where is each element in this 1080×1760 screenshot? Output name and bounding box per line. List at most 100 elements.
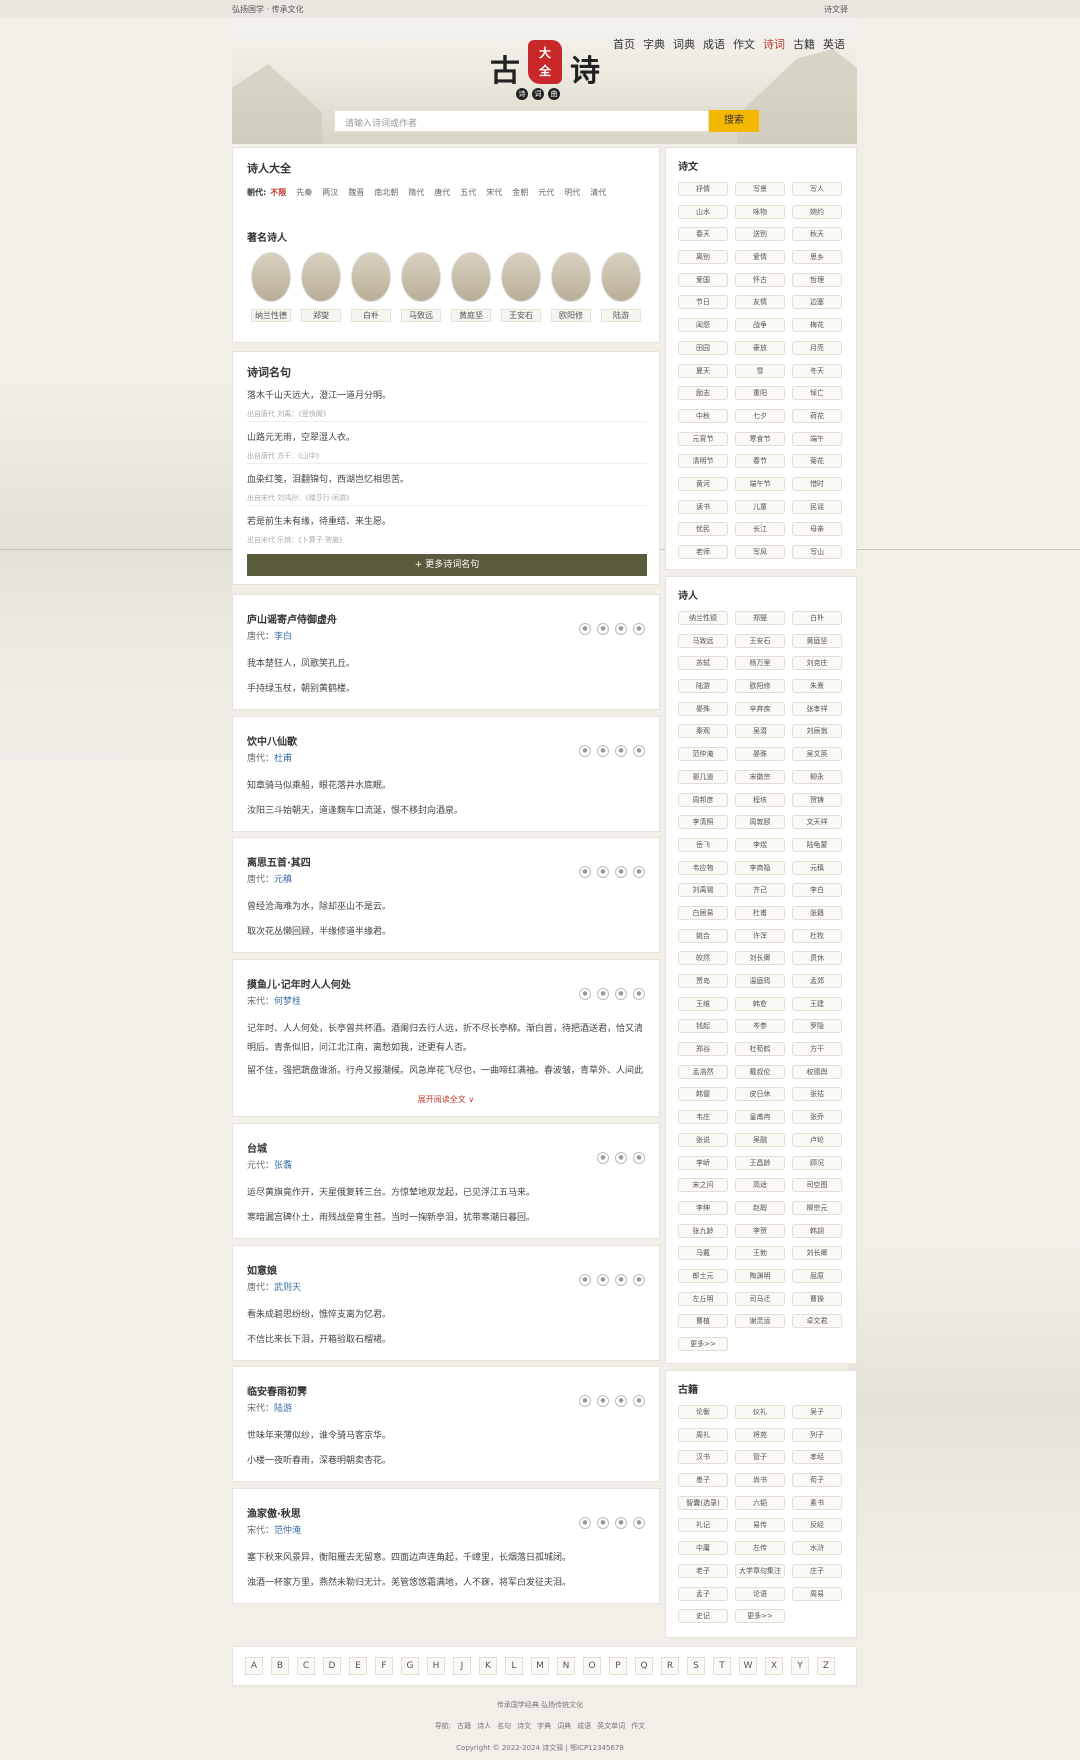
shiren-tag[interactable]: 李贺 [735,1223,785,1238]
guji-tag[interactable]: 周礼 [678,1427,728,1442]
shiren-tag[interactable]: 屈原 [792,1268,842,1283]
speak-icon[interactable]: ● [597,1274,609,1286]
guji-tag[interactable]: 墨子 [678,1473,728,1488]
shiren-tag[interactable]: 白朴 [792,611,842,625]
guji-tag[interactable]: 孝经 [792,1450,842,1465]
shiren-tag[interactable]: 朱熹 [792,679,842,694]
letter-link[interactable]: G [401,1657,419,1675]
shiren-tag[interactable]: 卓文君 [792,1314,842,1329]
guji-tag[interactable]: 素书 [792,1495,842,1510]
letter-link[interactable]: J [453,1657,471,1675]
speak-icon[interactable]: ● [597,1517,609,1529]
shiren-tag[interactable]: 范仲淹 [678,747,728,762]
poem-title[interactable]: 临安春雨初霁 [247,1383,307,1398]
shiren-tag[interactable]: 元稹 [792,860,842,875]
poem-author[interactable]: 何梦桂 [274,997,301,1007]
shiren-tag[interactable]: 许浑 [735,928,785,943]
footer-nav-link[interactable]: 名句 [497,1722,511,1730]
shiren-tag[interactable]: 韩愈 [735,996,785,1011]
poet-item[interactable]: 陆游 [601,252,641,322]
shiren-tag[interactable]: 钱起 [678,1019,728,1034]
share-icon[interactable]: ● [633,623,645,635]
shiwen-tag[interactable]: 长江 [735,522,785,537]
shiren-tag[interactable]: 岑参 [735,1019,785,1034]
footer-nav-link[interactable]: 字典 [537,1722,551,1730]
shiwen-tag[interactable]: 哲理 [792,272,842,287]
shiren-tag[interactable]: 晏殊 [735,747,785,762]
shiwen-tag[interactable]: 闺怨 [678,318,728,333]
guji-tag[interactable]: 水浒 [792,1541,842,1556]
shiren-tag[interactable]: 姚合 [678,928,728,943]
shiren-tag[interactable]: 岳飞 [678,837,728,852]
dynasty-option[interactable]: 唐代 [434,188,450,197]
shiren-tag[interactable]: 陶渊明 [735,1268,785,1283]
shiren-tag[interactable]: 杜牧 [792,928,842,943]
poem-author[interactable]: 元稹 [274,875,292,885]
shiwen-tag[interactable]: 菊花 [792,454,842,469]
letter-link[interactable]: N [557,1657,575,1675]
copy-icon[interactable]: ● [579,1395,591,1407]
site-logo[interactable]: 古 大全 诗 诗词曲 [490,40,605,100]
shiwen-tag[interactable]: 春节 [735,454,785,469]
letter-link[interactable]: R [661,1657,679,1675]
guji-tag[interactable]: 论语 [735,1586,785,1601]
letter-link[interactable]: O [583,1657,601,1675]
shiwen-tag[interactable]: 七夕 [735,408,785,423]
favorite-icon[interactable]: ● [615,866,627,878]
search-button[interactable]: 搜索 [709,110,759,132]
letter-link[interactable]: Y [791,1657,809,1675]
shiwen-tag[interactable]: 梅花 [792,318,842,333]
shiren-tag[interactable]: 吴文英 [792,747,842,762]
shiwen-tag[interactable]: 写人 [792,182,842,196]
speak-icon[interactable]: ● [597,745,609,757]
dynasty-option[interactable]: 金朝 [512,188,528,197]
nav-item[interactable]: 英语 [823,36,845,52]
letter-link[interactable]: Q [635,1657,653,1675]
guji-tag[interactable]: 礼记 [678,1518,728,1533]
shiren-tag[interactable]: 刘克庄 [792,656,842,671]
shiren-tag[interactable]: 曹操 [792,1291,842,1306]
shiwen-tag[interactable]: 元宵节 [678,431,728,446]
shiren-tag[interactable]: 刘长卿 [792,1246,842,1261]
shiren-tag[interactable]: 郑谷 [678,1042,728,1057]
guji-tag[interactable]: 周易 [792,1586,842,1601]
shiwen-tag[interactable]: 豪放 [735,340,785,355]
shiwen-tag[interactable]: 黄河 [678,476,728,491]
shiren-tag[interactable]: 司马迁 [735,1291,785,1306]
nav-item[interactable]: 诗词 [763,36,785,52]
shiren-tag[interactable]: 陆龟蒙 [792,837,842,852]
copy-icon[interactable]: ● [579,1274,591,1286]
shiren-tag[interactable]: 韩翃 [792,1223,842,1238]
letter-link[interactable]: W [739,1657,757,1675]
shiren-tag[interactable]: 陆游 [678,679,728,694]
guji-tag[interactable]: 庄子 [792,1563,842,1578]
unfold-link[interactable]: 展开阅读全文 ∨ [233,1094,659,1105]
poem-author[interactable]: 杜甫 [274,754,292,764]
shiren-tag[interactable]: 刘长卿 [735,951,785,966]
shiren-tag[interactable]: 宋之问 [678,1178,728,1193]
dynasty-option[interactable]: 先秦 [296,188,312,197]
shiren-tag[interactable]: 戴叔伦 [735,1064,785,1079]
shiren-tag[interactable]: 卢纶 [792,1132,842,1147]
dynasty-option[interactable]: 不限 [270,188,286,197]
shiwen-tag[interactable]: 送别 [735,227,785,242]
shiren-tag[interactable]: 宋徽宗 [735,769,785,784]
guji-tag[interactable]: 智囊(选录) [678,1495,728,1510]
shiren-tag[interactable]: 秦观 [678,724,728,739]
poem-author[interactable]: 李白 [274,632,292,642]
shiwen-tag[interactable]: 读书 [678,499,728,514]
poem-author[interactable]: 陆游 [274,1404,292,1414]
shiwen-tag[interactable]: 荷花 [792,408,842,423]
favorite-icon[interactable]: ● [615,988,627,1000]
shiren-tag[interactable]: 郑燮 [735,611,785,625]
shiren-tag[interactable]: 曹植 [678,1314,728,1329]
footer-nav-link[interactable]: 词典 [557,1722,571,1730]
shiren-tag[interactable]: 赵嘏 [735,1200,785,1215]
shiren-tag[interactable]: 杨万里 [735,656,785,671]
shiwen-tag[interactable]: 婉约 [792,204,842,219]
guji-tag[interactable]: 六韬 [735,1495,785,1510]
guji-tag[interactable]: 孟子 [678,1586,728,1601]
guji-tag[interactable]: 荀子 [792,1473,842,1488]
poem-title[interactable]: 饮中八仙歌 [247,733,297,748]
shiwen-tag[interactable]: 悼亡 [792,386,842,401]
